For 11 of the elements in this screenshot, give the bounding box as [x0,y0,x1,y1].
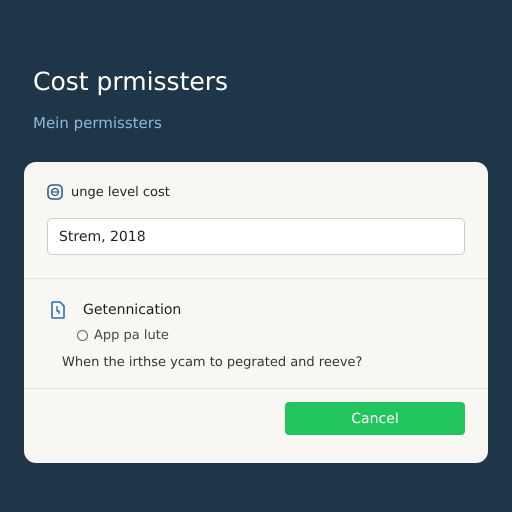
radio-button[interactable] [77,330,88,341]
input-field[interactable]: Strem, 2018 [47,218,465,255]
section-heading: Getennication [83,302,182,318]
badge-icon [47,184,63,200]
page-subtitle: Mein permissters [33,114,162,132]
radio-option[interactable]: App pa lute [77,328,169,343]
section-label: unge level cost [71,184,170,200]
question-text: When the irthse ycam to pegrated and reeve? [62,355,364,370]
radio-label: App pa lute [94,328,169,343]
document-icon [50,301,66,319]
page-title: Cost prmissters [33,66,228,98]
